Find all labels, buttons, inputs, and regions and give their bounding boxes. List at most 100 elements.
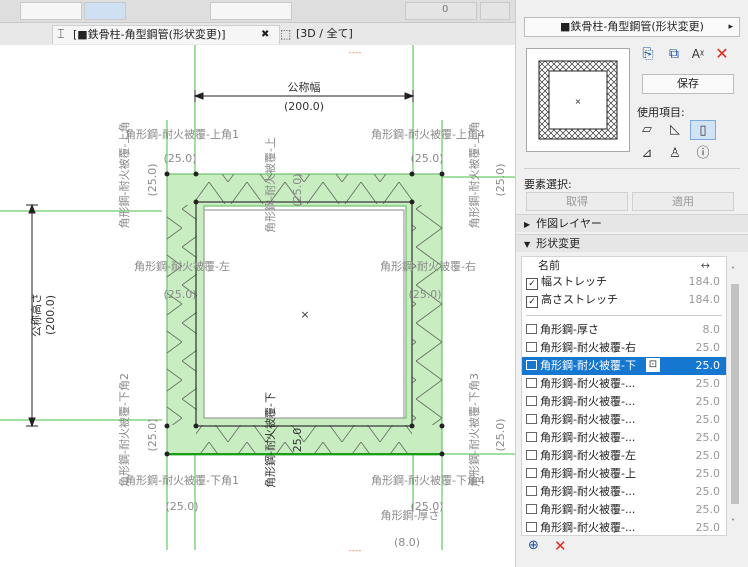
row-name: 高さストレッチ [541, 293, 618, 306]
delete-parameter-icon[interactable]: ✕ [554, 537, 567, 555]
parameter-icon [526, 450, 537, 460]
profile-preview: × [526, 48, 630, 152]
side-top-left-name: 角形鋼-耐火被覆-上角 [117, 122, 131, 229]
handrail-shape-icon[interactable]: ⊿ [634, 144, 660, 164]
table-row[interactable]: 角形鋼-耐火被覆-... 25.0 [522, 393, 726, 411]
table-row[interactable]: 角形鋼-耐火被覆-... 25.0 [522, 519, 726, 535]
save-button[interactable]: 保存 [642, 74, 734, 94]
edit-icon[interactable]: ⊡ [646, 358, 660, 372]
tab-3d-view[interactable]: ⬚ [3D / 全て] [280, 25, 360, 43]
table-row[interactable]: 角形鋼-耐火被覆-... 25.0 [522, 375, 726, 393]
column-shape-icon[interactable]: ▯ [690, 120, 716, 140]
scroll-down-icon[interactable]: ˅ [731, 518, 735, 527]
side-bottom-right-name: 角形鋼-耐火被覆-下角3 [467, 373, 481, 487]
tab-close-icon[interactable]: ✖ [261, 26, 269, 44]
row-name: 角形鋼-耐火被覆-... [540, 485, 636, 498]
drawing-canvas[interactable]: 公称幅 (200.0) 公称高さ (200.0) 角形鋼-耐火被覆-上角1 (2… [0, 45, 515, 567]
bottom-marker: ---- [349, 546, 362, 556]
add-parameter-icon[interactable]: ⊕ [528, 538, 539, 553]
top-cover-value: (25.0) [291, 173, 304, 206]
row-value: 25.0 [695, 413, 721, 426]
toolbar-field[interactable] [20, 2, 82, 20]
rename-icon[interactable]: Aᵡ [688, 44, 708, 64]
side-top-right-name: 角形鋼-耐火被覆-上角 [467, 122, 481, 229]
row-value: 184.0 [688, 293, 721, 306]
parameter-icon [526, 486, 537, 496]
section-shape-label: 形状変更 [536, 237, 581, 250]
profile-drawing: 公称幅 (200.0) 公称高さ (200.0) 角形鋼-耐火被覆-上角1 (2… [0, 45, 515, 556]
row-value: 25.0 [695, 377, 721, 390]
toolbar-icon-button[interactable] [480, 2, 510, 20]
checkbox-checked-icon[interactable]: ✓ [526, 296, 538, 308]
svg-text:×: × [575, 97, 582, 106]
chevron-down-icon: ▼ [524, 240, 531, 249]
corner-bottom-left-value: (25.0) [165, 500, 198, 513]
row-name: 角形鋼-耐火被覆-... [540, 503, 636, 516]
opening-shape-icon[interactable]: ♙ [662, 144, 688, 164]
checkbox-checked-icon[interactable]: ✓ [526, 278, 538, 290]
get-button[interactable]: 取得 [526, 192, 628, 211]
parameter-icon [526, 324, 537, 334]
duplicate-profile-icon[interactable]: ⧉ [664, 44, 684, 64]
apply-button[interactable]: 適用 [632, 192, 734, 211]
section-shape-header[interactable]: ▼ 形状変更 [516, 234, 748, 252]
toolbar-field-selected[interactable] [84, 2, 126, 20]
table-scrollbar[interactable]: ˄ ˅ [728, 256, 742, 536]
bottom-hatch [196, 425, 412, 455]
wall-shape-icon[interactable]: ▱ [634, 120, 660, 140]
bottom-cover-name: 角形鋼-耐火被覆-下 [263, 392, 277, 488]
preview-graphic: × [538, 60, 618, 140]
parameter-icon [526, 378, 537, 388]
profile-selector[interactable]: ■鉄骨柱-角型鋼管(形状変更) ▸ [524, 17, 740, 37]
row-value: 25.0 [695, 485, 721, 498]
profile-title: ■鉄骨柱-角型鋼管(形状変更) [560, 20, 704, 33]
row-name: 角形鋼-耐火被覆-... [540, 521, 636, 534]
info-icon[interactable]: ⓘ [690, 144, 716, 164]
toolbar-dropdown[interactable] [210, 2, 292, 20]
row-name: 角形鋼-耐火被覆-... [540, 377, 636, 390]
table-row[interactable]: 角形鋼-耐火被覆-上 25.0 [522, 465, 726, 483]
tab-label: [■鉄骨柱-角型鋼管(形状変更)] [73, 28, 226, 41]
right-cover-value: (25.0) [408, 288, 441, 301]
parameter-icon [526, 504, 537, 514]
table-row[interactable]: 角形鋼-耐火被覆-... 25.0 [522, 411, 726, 429]
row-name: 幅ストレッチ [541, 275, 607, 288]
row-value: 184.0 [688, 275, 721, 288]
corner-bottom-left-name: 角形鋼-耐火被覆-下角1 [125, 473, 239, 487]
width-param-value: (200.0) [284, 100, 324, 113]
toolbar-value-field[interactable]: 0 [405, 2, 477, 20]
table-row-selected[interactable]: 角形鋼-耐火被覆-下 ⊡ 25.0 [522, 357, 726, 375]
table-row[interactable]: 角形鋼-厚さ 8.0 [522, 321, 726, 339]
scroll-up-icon[interactable]: ˄ [731, 266, 735, 275]
parameter-table: 名前 ↔ ✓ 幅ストレッチ 184.0 ✓ 高さストレッチ 184.0 角形鋼-厚さ… [521, 256, 727, 536]
element-select-label: 要素選択: [524, 178, 572, 191]
parameter-icon [526, 468, 537, 478]
scrollbar-thumb[interactable] [731, 284, 739, 504]
corner-top-left-value: (25.0) [163, 152, 196, 165]
table-row[interactable]: 角形鋼-耐火被覆-左 25.0 [522, 447, 726, 465]
side-top-left-value: (25.0) [146, 163, 159, 196]
thickness-value: (8.0) [394, 536, 420, 549]
row-name: 角形鋼-厚さ [540, 323, 599, 336]
table-row[interactable]: 角形鋼-耐火被覆-右 25.0 [522, 339, 726, 357]
row-name: 角形鋼-耐火被覆-... [540, 431, 636, 444]
section-layer-header[interactable]: ▶ 作図レイヤー [516, 214, 748, 232]
table-row[interactable]: 角形鋼-耐火被覆-... 25.0 [522, 483, 726, 501]
beam-shape-icon[interactable]: ◺ [662, 120, 688, 140]
table-row[interactable]: 角形鋼-耐火被覆-... 25.0 [522, 429, 726, 447]
parameter-icon [526, 522, 537, 532]
right-cover-name: 角形鋼-耐火被覆-右 [380, 259, 476, 273]
row-name: 角形鋼-耐火被覆-下 [540, 359, 636, 372]
delete-icon[interactable]: ✕ [712, 44, 732, 64]
table-row[interactable]: ✓ 高さストレッチ 184.0 [522, 291, 726, 309]
row-value: 25.0 [695, 521, 721, 534]
table-row[interactable]: ✓ 幅ストレッチ 184.0 [522, 273, 726, 291]
chevron-right-icon: ▶ [524, 220, 531, 229]
table-row[interactable]: 角形鋼-耐火被覆-... 25.0 [522, 501, 726, 519]
column-icon: ⌶ [57, 27, 65, 42]
tab-section-view[interactable]: ⌶ [■鉄骨柱-角型鋼管(形状変更)] ✖ [52, 25, 280, 44]
row-value: 25.0 [695, 449, 721, 462]
row-value: 25.0 [695, 341, 721, 354]
row-name: 角形鋼-耐火被覆-... [540, 413, 636, 426]
new-profile-icon[interactable]: ⎘ [638, 44, 658, 64]
